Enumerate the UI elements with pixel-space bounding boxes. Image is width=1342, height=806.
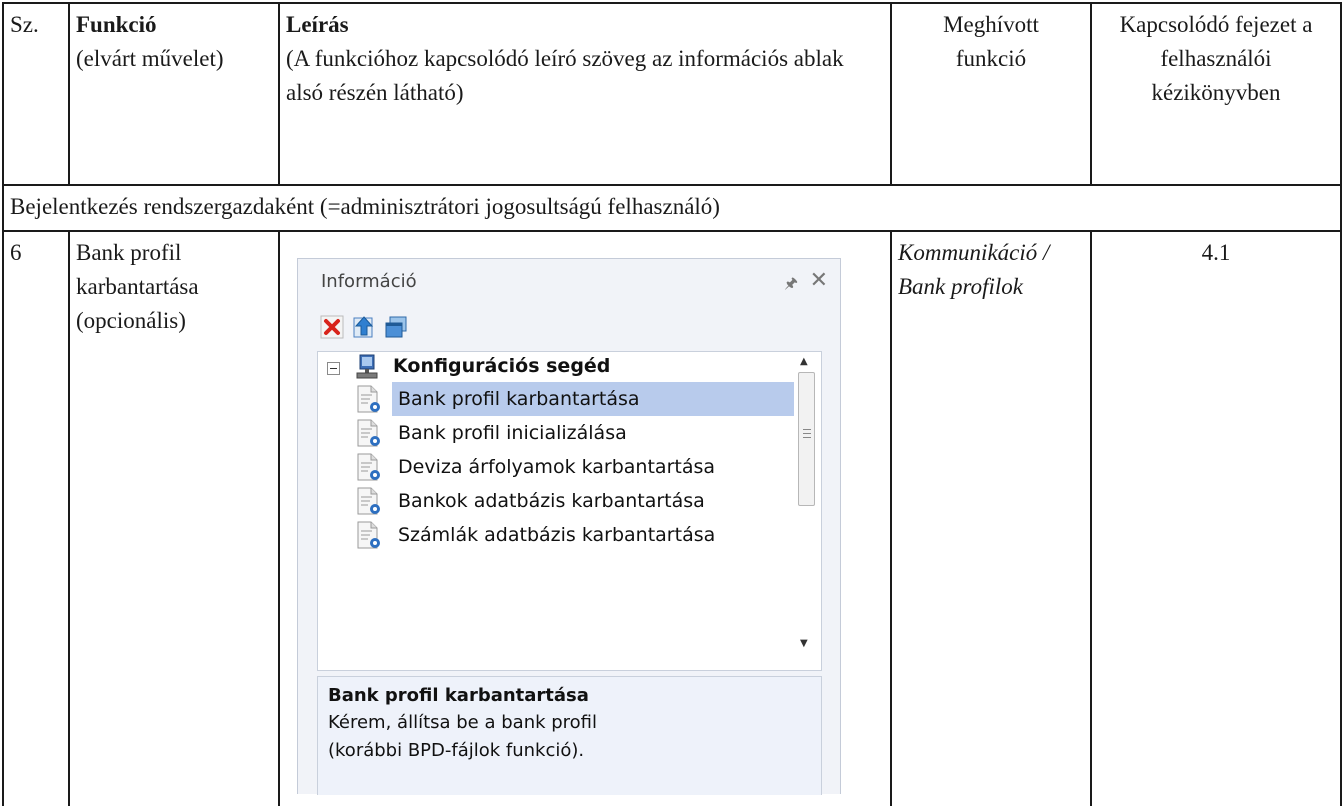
section-row: Bejelentkezés rendszergazdaként (=admini…	[2, 184, 1342, 232]
description-title: Bank profil karbantartása	[328, 685, 589, 706]
scroll-up-arrow-icon[interactable]: ▲	[800, 356, 808, 367]
tree-item-label: Számlák adatbázis karbantartása	[398, 524, 716, 546]
tree-root-label[interactable]: Konfigurációs segéd	[393, 352, 610, 380]
computer-icon	[356, 354, 378, 379]
panel-title: Információ	[321, 271, 417, 292]
description-pane: Bank profil karbantartása Kérem, állítsa…	[317, 676, 822, 795]
tree-item-label: Deviza árfolyamok karbantartása	[398, 456, 716, 478]
row-chapter: 4.1	[1090, 230, 1342, 806]
config-document-icon	[357, 521, 380, 549]
description-text: Kérem, állítsa be a bank profil (korábbi…	[328, 712, 598, 761]
information-panel: Információ 🖈︎ ✕ Konfigurációs segéd Bank…	[297, 258, 841, 795]
header-meghivott: Meghívott funkció	[890, 2, 1092, 186]
row-function: Bank profil karbantartása (opcionális)	[68, 230, 280, 806]
header-kapcsolodo-label: Kapcsolódó fejezet a felhasználói kézikö…	[1119, 12, 1313, 105]
header-funkcio-title: Funkció	[76, 12, 157, 37]
header-leiras-sub: (A funkcióhoz kapcsolódó leíró szöveg az…	[286, 46, 844, 105]
header-sz: Sz.	[2, 2, 70, 186]
header-sz-label: Sz.	[10, 12, 39, 37]
tree-item-bankok-adatbazis[interactable]: Bankok adatbázis karbantartása	[356, 484, 816, 518]
window-icon[interactable]	[384, 315, 408, 339]
collapse-toggle-icon[interactable]	[327, 362, 340, 375]
config-document-icon	[357, 453, 380, 481]
tree-view[interactable]: Konfigurációs segéd Bank profil karbanta…	[317, 351, 822, 671]
tree-item-bank-profil-karbantartasa[interactable]: Bank profil karbantartása	[356, 382, 816, 416]
header-leiras: Leírás (A funkcióhoz kapcsolódó leíró sz…	[278, 2, 892, 186]
section-label: Bejelentkezés rendszergazdaként (=admini…	[2, 184, 1342, 232]
tree-item-label: Bankok adatbázis karbantartása	[398, 490, 705, 512]
table-header-row: Sz. Funkció (elvárt művelet) Leírás (A f…	[2, 2, 1342, 186]
tree-item-label: Bank profil karbantartása	[392, 382, 794, 416]
up-icon[interactable]	[352, 315, 376, 339]
config-document-icon	[357, 385, 380, 413]
pin-icon[interactable]: 🖈︎	[784, 273, 798, 298]
close-icon[interactable]: ✕	[810, 268, 828, 293]
delete-icon[interactable]	[320, 315, 344, 339]
row-number: 6	[2, 230, 70, 806]
header-funkcio: Funkció (elvárt művelet)	[68, 2, 280, 186]
tree-item-bank-profil-inicializalasa[interactable]: Bank profil inicializálása	[356, 416, 816, 450]
tree-item-label: Bank profil inicializálása	[398, 422, 627, 444]
tree-item-szamlak-adatbazis[interactable]: Számlák adatbázis karbantartása	[356, 518, 816, 552]
tree-item-deviza-arfolyamok[interactable]: Deviza árfolyamok karbantartása	[356, 450, 816, 484]
config-document-icon	[357, 487, 380, 515]
header-meghivott-label: Meghívott funkció	[943, 12, 1039, 71]
header-leiras-title: Leírás	[286, 12, 349, 37]
scrollbar-thumb[interactable]	[798, 372, 815, 506]
header-kapcsolodo: Kapcsolódó fejezet a felhasználói kézikö…	[1090, 2, 1342, 186]
tree-scrollbar[interactable]: ▲ ▼	[793, 354, 819, 654]
header-funkcio-sub: (elvárt művelet)	[76, 46, 224, 71]
scroll-down-arrow-icon[interactable]: ▼	[800, 638, 808, 649]
row-called-function: Kommunikáció / Bank profilok	[890, 230, 1092, 806]
config-document-icon	[357, 419, 380, 447]
scrollbar-grip-icon	[803, 429, 811, 441]
